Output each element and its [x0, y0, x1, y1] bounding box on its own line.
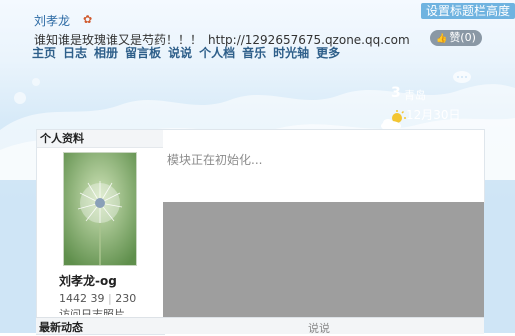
main-nav: 主页 日志 相册 留言板 说说 个人档 音乐 时光轴 更多	[32, 44, 347, 61]
nav-item-album[interactable]: 相册	[94, 46, 118, 60]
like-button[interactable]: 👍 赞(0)	[430, 30, 482, 46]
nav-item-music[interactable]: 音乐	[242, 46, 266, 60]
avatar[interactable]	[63, 152, 137, 266]
feed-panel-header: 最新动态 说说	[36, 317, 484, 336]
nav-item-profile[interactable]: 个人档	[199, 46, 235, 60]
flower-icon: ✿	[83, 13, 93, 26]
space-title[interactable]: 刘孝龙	[34, 12, 70, 29]
nav-item-home[interactable]: 主页	[32, 46, 56, 60]
weather-date: 12月30日	[406, 108, 461, 122]
dandelion-image	[64, 153, 136, 265]
main-module-panel: 模块正在初始化...	[163, 129, 485, 203]
stat-blogs[interactable]: 39	[91, 292, 105, 305]
loading-message: 模块正在初始化...	[167, 153, 263, 167]
loading-overlay	[163, 202, 484, 317]
profile-stats-labels: 访问日志照片	[59, 308, 125, 315]
title-height-setting-button[interactable]: 设置标题栏高度	[420, 3, 515, 19]
nav-item-more[interactable]: 更多	[316, 46, 340, 60]
profile-panel-header: 个人资料	[37, 130, 164, 148]
nav-item-shuoshuo[interactable]: 说说	[168, 46, 192, 60]
weather-city: 青岛	[404, 89, 426, 102]
weather-temperature: 3	[391, 85, 401, 101]
shuoshuo-tab[interactable]: 说说	[308, 320, 330, 336]
profile-nickname[interactable]: 刘孝龙-og	[59, 272, 117, 289]
nav-item-blog[interactable]: 日志	[63, 46, 87, 60]
nav-item-timeline[interactable]: 时光轴	[273, 46, 309, 60]
like-label: 赞(0)	[449, 31, 476, 44]
stat-photos[interactable]: 230	[115, 292, 136, 305]
chat-bubble-icon[interactable]	[452, 70, 472, 86]
profile-panel: 个人资料 刘孝龙-og 1442 39 | 230 访问日志照片	[36, 129, 165, 335]
stat-visits[interactable]: 1442	[59, 292, 87, 305]
thumbs-up-icon: 👍	[436, 34, 448, 44]
profile-stats: 1442 39 | 230	[59, 292, 137, 305]
nav-item-guestbook[interactable]: 留言板	[125, 46, 161, 60]
